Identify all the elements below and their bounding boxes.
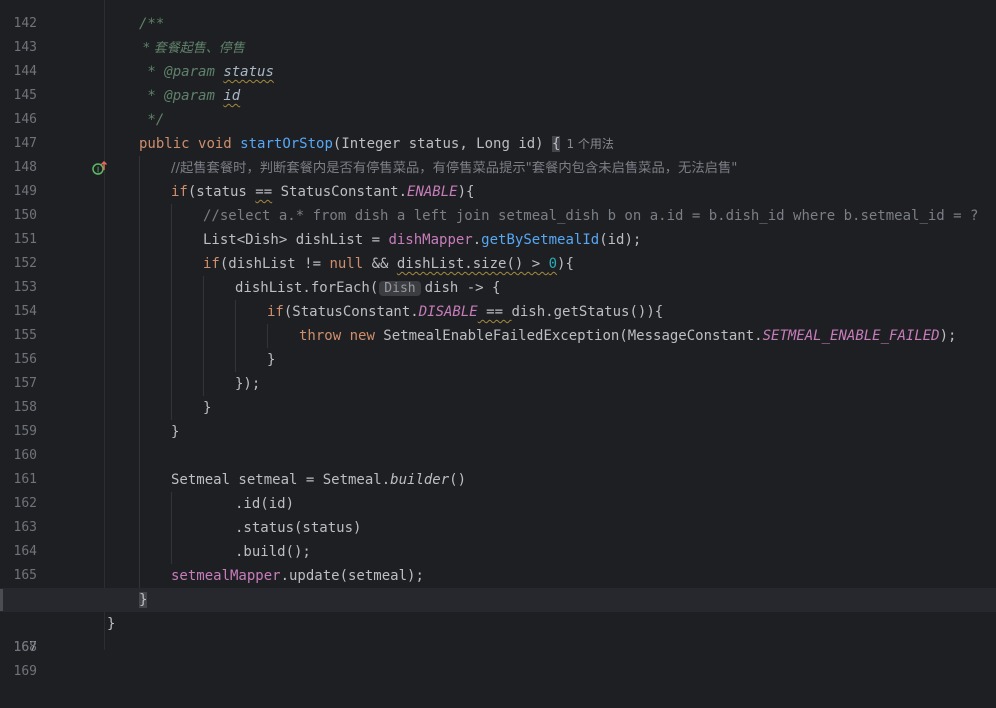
code-line-166[interactable]: 166 setmealMapper.update(setmeal);	[0, 564, 996, 609]
code-line-155[interactable]: 155 if(StatusConstant.DISABLE == dish.ge…	[0, 300, 996, 343]
code-text: */	[139, 112, 165, 128]
code-text: * @param id	[139, 88, 241, 104]
code-text: throw new SetmealEnableFailedException(M…	[299, 328, 957, 344]
lightbulb-icon[interactable]	[115, 565, 180, 609]
code-text: }	[171, 424, 180, 440]
code-text: * @param status	[139, 64, 274, 80]
code-line-154[interactable]: 154 dishList.forEach(Dish dish -> {	[0, 276, 996, 319]
code-line-160[interactable]: 160 }	[0, 420, 996, 463]
code-text: }	[267, 352, 276, 368]
code-text: dishList.forEach(Dish dish -> {	[235, 280, 501, 296]
code-line-151[interactable]: 151 //select a.* from dish a left join s…	[0, 204, 996, 247]
code-text: if(status == StatusConstant.ENABLE){	[171, 184, 475, 200]
code-line-162[interactable]: 162 Setmeal setmeal = Setmeal.builder()	[0, 468, 996, 511]
code-line-150[interactable]: 150 if(status == StatusConstant.ENABLE){	[0, 180, 996, 223]
code-line-156[interactable]: 156 throw new SetmealEnableFailedExcepti…	[0, 324, 996, 367]
code-text: List<Dish> dishList = dishMapper.getBySe…	[203, 232, 642, 248]
code-line-143[interactable]: 143 /**	[0, 12, 996, 55]
code-text: }	[203, 400, 212, 416]
override-implementation-icon[interactable]: I	[41, 136, 107, 175]
code-line-159[interactable]: 159 }	[0, 396, 996, 439]
code-text: }	[107, 616, 116, 632]
code-line-158[interactable]: 158 });	[0, 372, 996, 415]
code-line-168[interactable]: 168 }	[0, 612, 996, 655]
code-text: if(StatusConstant.DISABLE == dish.getSta…	[267, 304, 664, 320]
code-line-164[interactable]: 164 .status(status)	[0, 516, 996, 559]
usage-hint[interactable]: 1 个用法	[566, 137, 613, 151]
code-line-144[interactable]: 144 * 套餐起售、停售	[0, 36, 996, 79]
line-number: 169	[13, 664, 37, 679]
code-text: * 套餐起售、停售	[139, 41, 245, 56]
code-line-169[interactable]: 169	[0, 636, 996, 679]
code-line-149[interactable]: 149 //起售套餐时，判断套餐内是否有停售菜品，有停售菜品提示"套餐内包含未启…	[0, 156, 996, 199]
code-line-142[interactable]: 142	[0, 0, 996, 31]
code-line-147[interactable]: 147 */	[0, 108, 996, 151]
code-line-163[interactable]: 163 .id(id)	[0, 492, 996, 535]
code-line-161[interactable]: 161	[0, 444, 996, 487]
code-line-153[interactable]: 153 if(dishList != null && dishList.size…	[0, 252, 996, 295]
code-text: Setmeal setmeal = Setmeal.builder()	[171, 472, 467, 488]
code-text: });	[235, 376, 261, 392]
code-text: }	[139, 588, 148, 612]
matched-brace: }	[139, 592, 148, 608]
code-line-152[interactable]: 152 List<Dish> dishList = dishMapper.get…	[0, 228, 996, 271]
code-text: //起售套餐时，判断套餐内是否有停售菜品，有停售菜品提示"套餐内包含未启售菜品，…	[171, 161, 738, 176]
code-text: public void startOrStop(Integer status, …	[139, 136, 614, 152]
code-line-157[interactable]: 157 }	[0, 348, 996, 391]
type-inlay-hint[interactable]: Dish	[379, 281, 421, 296]
code-text: if(dishList != null && dishList.size() >…	[203, 256, 574, 272]
code-line-145[interactable]: 145 * @param status	[0, 60, 996, 103]
code-text: //select a.* from dish a left join setme…	[203, 208, 979, 224]
code-line-167[interactable]: 167 }	[0, 588, 996, 655]
code-text: .id(id)	[235, 496, 295, 512]
code-text: setmealMapper.update(setmeal);	[171, 568, 424, 584]
code-line-165[interactable]: 165 .build();	[0, 540, 996, 583]
code-line-146[interactable]: 146 * @param id	[0, 84, 996, 127]
code-text: /**	[139, 16, 165, 32]
code-text: .status(status)	[235, 520, 362, 536]
code-editor[interactable]: 142 143 /** 144 * 套餐起售、停售 145 * @param s…	[0, 0, 996, 679]
code-text: .build();	[235, 544, 311, 560]
code-line-148[interactable]: 148 I public void startOrStop(Integer st…	[0, 132, 996, 175]
